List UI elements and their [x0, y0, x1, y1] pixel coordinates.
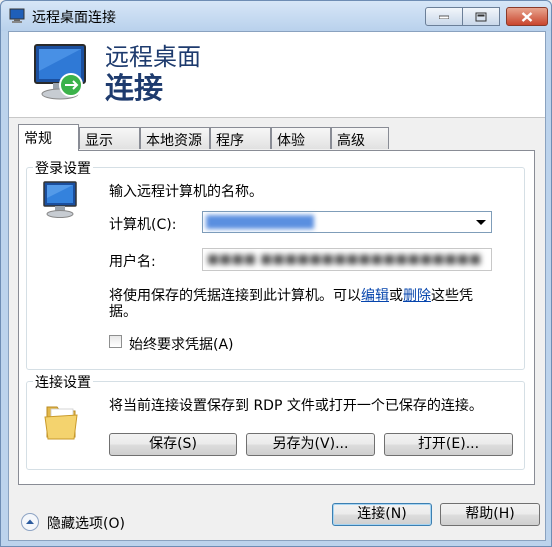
login-settings-label: 登录设置	[33, 158, 93, 178]
minimize-button[interactable]	[425, 7, 463, 26]
edit-credentials-link[interactable]: 编辑	[361, 288, 389, 304]
remote-desktop-icon	[9, 8, 25, 23]
open-button[interactable]: 打开(E)...	[384, 433, 513, 456]
title-bar[interactable]: 远程桌面连接	[1, 1, 551, 31]
login-settings-group: 登录设置 输入远程计算机的名称。 计算机(C): 用户名: ■■■■ ■■■■■…	[26, 158, 525, 370]
delete-credentials-link[interactable]: 删除	[403, 288, 431, 304]
tab-display[interactable]: 显示	[79, 127, 140, 149]
always-ask-checkbox[interactable]	[109, 335, 122, 348]
tab-programs[interactable]: 程序	[210, 127, 271, 149]
always-ask-label[interactable]: 始终要求凭据(A)	[129, 334, 234, 354]
save-as-button[interactable]: 另存为(V)...	[246, 433, 375, 456]
username-value: ■■■■ ■■■■■■■■■■■■■■■■■■	[207, 252, 482, 267]
folder-icon	[44, 406, 78, 440]
monitor-connection-icon	[34, 44, 86, 100]
dialog-body: 远程桌面 连接 常规 显示 本地资源 程序 体验 高级 登录设置 输入远程计算机	[8, 31, 546, 541]
computer-combobox-value	[206, 215, 314, 229]
help-button[interactable]: 帮助(H)	[440, 503, 540, 526]
maximize-button[interactable]	[462, 7, 500, 26]
connection-description: 将当前连接设置保存到 RDP 文件或打开一个已保存的连接。	[109, 398, 483, 414]
connect-button[interactable]: 连接(N)	[332, 503, 432, 526]
computer-name-prompt: 输入远程计算机的名称。	[109, 184, 263, 200]
username-label: 用户名:	[109, 254, 156, 270]
tab-general[interactable]: 常规	[18, 124, 79, 151]
connection-settings-group: 连接设置 将当前连接设置保存到 RDP 文件或打开一个已保存的连接。 保存(S)…	[26, 372, 525, 470]
hide-options-label[interactable]: 隐藏选项(O)	[47, 513, 125, 533]
computer-combobox[interactable]	[202, 211, 492, 233]
tab-experience[interactable]: 体验	[271, 127, 331, 149]
computer-label: 计算机(C):	[109, 217, 177, 233]
banner: 远程桌面 连接	[9, 32, 545, 118]
banner-title-line2: 连接	[105, 71, 164, 105]
tab-advanced[interactable]: 高级	[331, 127, 389, 149]
close-icon	[521, 11, 533, 22]
credentials-info-part1: 将使用保存的凭据连接到此计算机。可以	[109, 288, 361, 304]
window-title: 远程桌面连接	[32, 10, 116, 26]
close-button[interactable]	[506, 7, 548, 26]
maximize-icon	[475, 12, 487, 21]
general-tab-panel: 登录设置 输入远程计算机的名称。 计算机(C): 用户名: ■■■■ ■■■■■…	[18, 150, 535, 485]
credentials-info-part3: 据。	[109, 304, 137, 320]
rdp-window: 远程桌面连接 远程桌面 连接 常规 显示 本地资源 程序 体验 高级 登录设置 …	[0, 0, 552, 547]
credentials-info-part2: 这些凭	[431, 288, 473, 304]
computer-icon	[43, 181, 77, 218]
username-field[interactable]: ■■■■ ■■■■■■■■■■■■■■■■■■	[202, 248, 492, 271]
hide-options-expander-icon[interactable]	[20, 512, 40, 532]
minimize-icon	[439, 15, 449, 19]
save-button[interactable]: 保存(S)	[109, 433, 237, 456]
credentials-info-or: 或	[389, 288, 403, 304]
dropdown-arrow-icon[interactable]	[476, 220, 486, 225]
credentials-info-text: 将使用保存的凭据连接到此计算机。可以编辑或删除这些凭	[109, 285, 473, 305]
connection-settings-label: 连接设置	[33, 372, 93, 392]
tab-local-resources[interactable]: 本地资源	[140, 127, 210, 149]
